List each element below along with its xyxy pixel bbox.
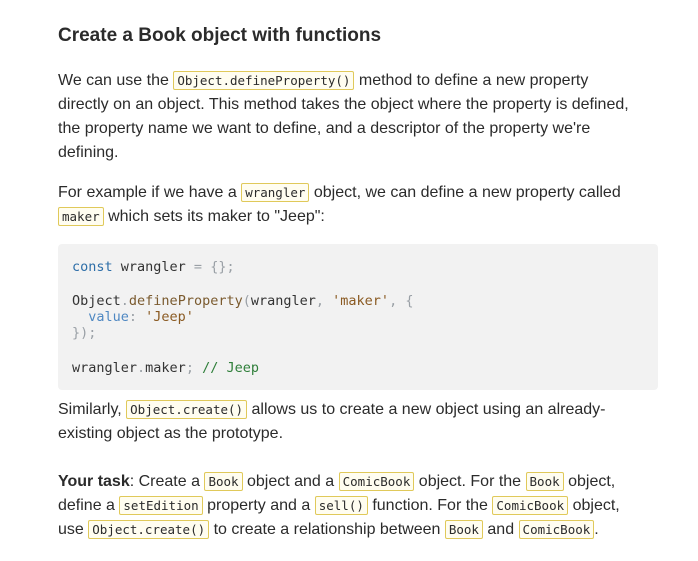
code-punctuation: , [315, 293, 333, 309]
task-text: define a [58, 497, 120, 514]
task-text: object. For the [414, 473, 526, 490]
task-text: object, [568, 497, 620, 514]
inline-code-book: Book [204, 472, 243, 491]
example-paragraph: For example if we have a wrangler object… [58, 181, 658, 229]
intro-text: defining. [58, 144, 119, 161]
task-text: use [58, 521, 89, 538]
code-example-block: const wrangler = {}; Object.defineProper… [58, 244, 658, 390]
code-punctuation: {}; [202, 259, 235, 275]
code-identifier: Object [72, 293, 121, 309]
example-text: object, we can define a new property cal… [309, 184, 621, 201]
create-text: allows us to create a new object using a… [247, 401, 606, 418]
code-punctuation: . [137, 360, 146, 376]
object-create-paragraph: Similarly, Object.create() allows us to … [58, 398, 658, 446]
task-paragraph: Your task: Create a Book object and a Co… [58, 470, 658, 542]
code-identifier: wrangler [250, 293, 316, 309]
code-punctuation: . [120, 293, 129, 309]
create-text: Similarly, [58, 401, 127, 418]
inline-code-book: Book [444, 520, 483, 539]
example-text: which sets its maker to "Jeep": [103, 208, 325, 225]
intro-text: directly on an object. This method takes… [58, 96, 629, 113]
code-string: 'Jeep' [145, 309, 194, 325]
inline-code-wrangler: wrangler [241, 183, 310, 202]
inline-code-sell: sell() [314, 496, 368, 515]
code-line: wrangler.maker; // Jeep [72, 359, 259, 377]
inline-code-comicbook: ComicBook [518, 520, 595, 539]
code-function: defineProperty [128, 293, 243, 309]
inline-code-define-property: Object.defineProperty() [173, 71, 355, 90]
inline-code-set-edition: setEdition [119, 496, 203, 515]
page-title: Create a Book object with functions [58, 25, 382, 46]
code-identifier: maker [145, 360, 186, 376]
code-line: const wrangler = {}; [72, 258, 235, 276]
create-text: existing object as the prototype. [58, 425, 284, 442]
intro-text: method to define a new property [354, 72, 589, 89]
code-punctuation: ; [185, 360, 203, 376]
inline-code-object-create: Object.create() [88, 520, 210, 539]
code-comment: // Jeep [202, 360, 259, 376]
task-text: and [482, 521, 519, 538]
code-punctuation: ( [242, 293, 251, 309]
code-identifier: wrangler [112, 259, 194, 275]
intro-text: We can use the [58, 72, 174, 89]
task-text: object and a [242, 473, 339, 490]
task-text: to create a relationship between [209, 521, 445, 538]
task-text: function. For the [367, 497, 493, 514]
example-text: For example if we have a [58, 184, 242, 201]
inline-code-maker: maker [58, 207, 104, 226]
inline-code-comicbook: ComicBook [338, 472, 415, 491]
task-text: : Create a [129, 473, 205, 490]
code-string: 'maker' [332, 293, 390, 309]
code-punctuation: : [128, 309, 146, 325]
inline-code-book: Book [525, 472, 564, 491]
code-operator: = [193, 259, 203, 275]
intro-paragraph: We can use the Object.defineProperty() m… [58, 69, 658, 165]
task-text: object, [563, 473, 616, 490]
code-property: value [72, 309, 129, 325]
task-text: property and a [202, 497, 315, 514]
code-identifier: wrangler [72, 360, 138, 376]
task-label: Your task [58, 473, 130, 490]
code-line: }); [72, 325, 97, 341]
task-text: . [594, 521, 599, 538]
code-punctuation: , { [389, 293, 414, 309]
intro-text: the property name we want to define, and… [58, 120, 591, 137]
inline-code-object-create: Object.create() [126, 400, 248, 419]
code-keyword: const [72, 259, 113, 275]
inline-code-comicbook: ComicBook [492, 496, 569, 515]
